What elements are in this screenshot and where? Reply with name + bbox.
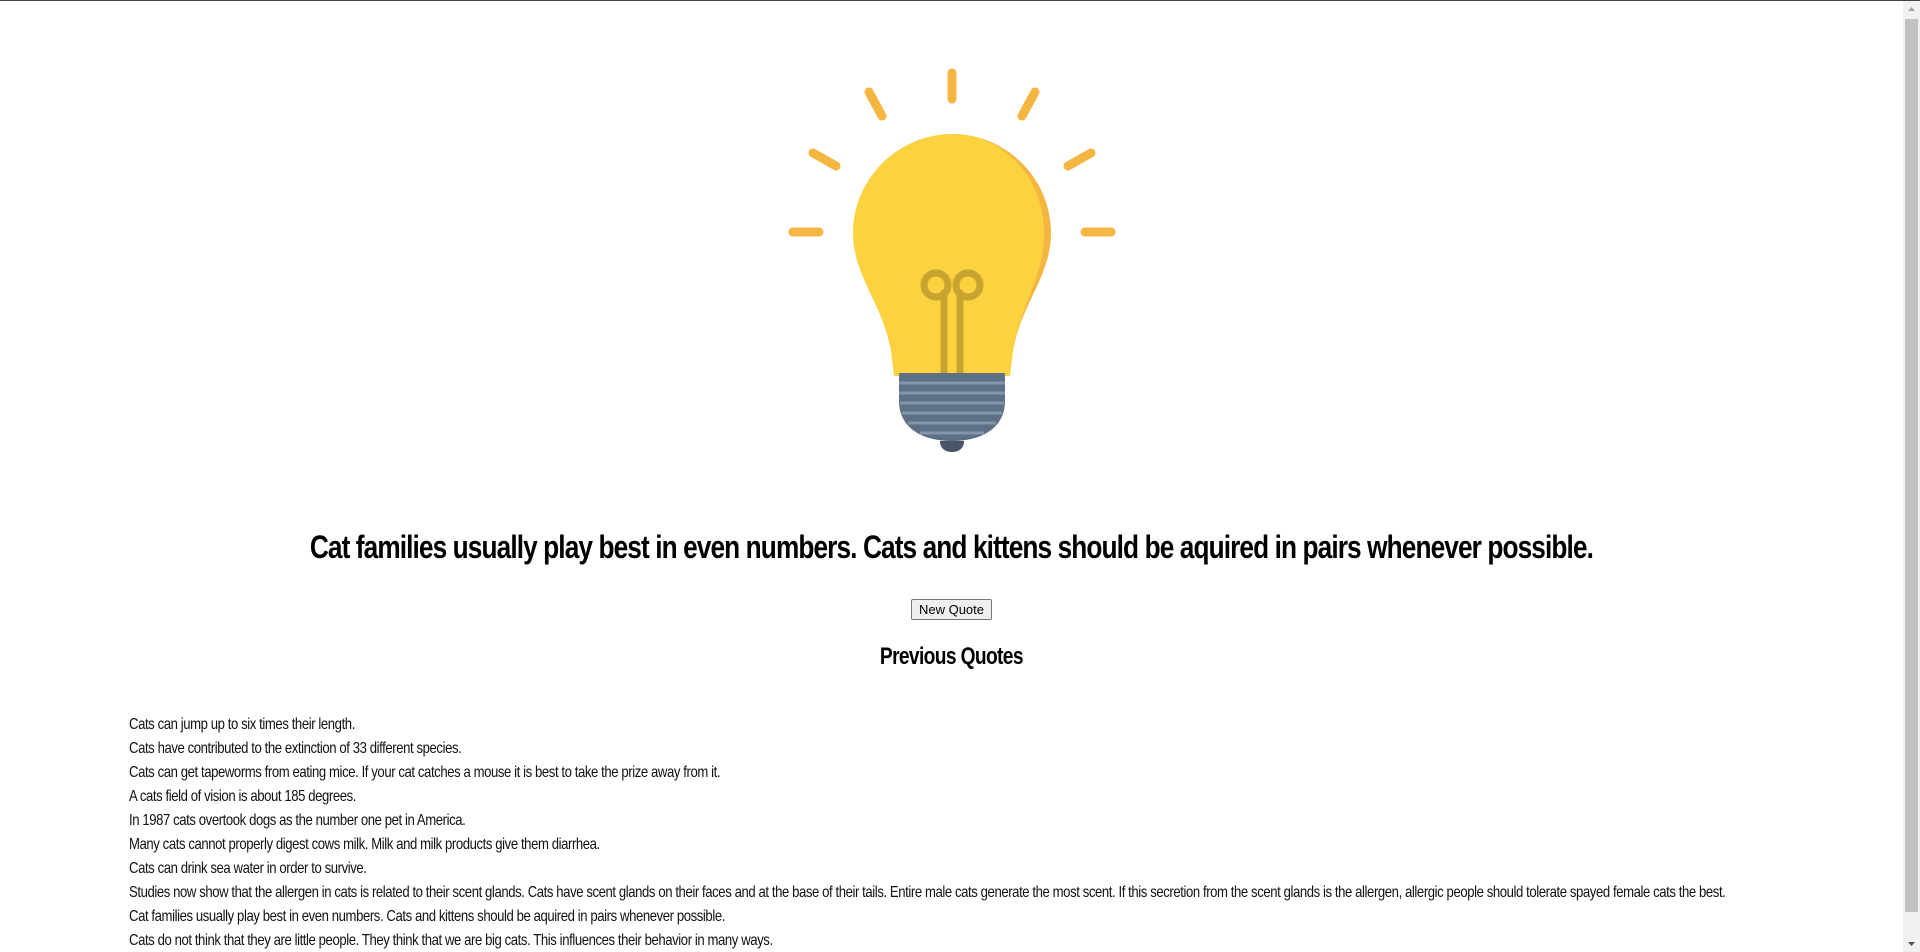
list-item: A cats field of vision is about 185 degr… xyxy=(129,788,357,805)
list-item: In 1987 cats overtook dogs as the number… xyxy=(129,812,466,829)
previous-quotes-list: Cats can jump up to six times their leng… xyxy=(129,713,1903,952)
list-item: Cats have contributed to the extinction … xyxy=(129,740,462,757)
new-quote-button[interactable]: New Quote xyxy=(910,599,993,620)
current-quote: Cat families usually play best in even n… xyxy=(309,529,1594,565)
list-item: Studies now show that the allergen in ca… xyxy=(129,884,1726,901)
scrollbar-thumb[interactable] xyxy=(1905,19,1918,912)
vertical-scrollbar[interactable] xyxy=(1903,1,1920,952)
button-row: New Quote xyxy=(0,599,1903,620)
page-content: Cat families usually play best in even n… xyxy=(0,1,1903,952)
lightbulb-icon xyxy=(776,61,1128,461)
list-item: Cats can drink sea water in order to sur… xyxy=(129,860,367,877)
previous-quotes-heading: Previous Quotes xyxy=(879,643,1024,670)
list-item: Many cats cannot properly digest cows mi… xyxy=(129,836,600,853)
list-item: Cats can jump up to six times their leng… xyxy=(129,716,355,733)
list-item: Cats can get tapeworms from eating mice.… xyxy=(129,764,721,781)
scroll-down-arrow-icon[interactable] xyxy=(1903,935,1920,952)
scroll-up-arrow-icon[interactable] xyxy=(1903,1,1920,18)
list-item: Cat families usually play best in even n… xyxy=(129,908,725,925)
list-item: Cats do not think that they are little p… xyxy=(129,932,773,949)
